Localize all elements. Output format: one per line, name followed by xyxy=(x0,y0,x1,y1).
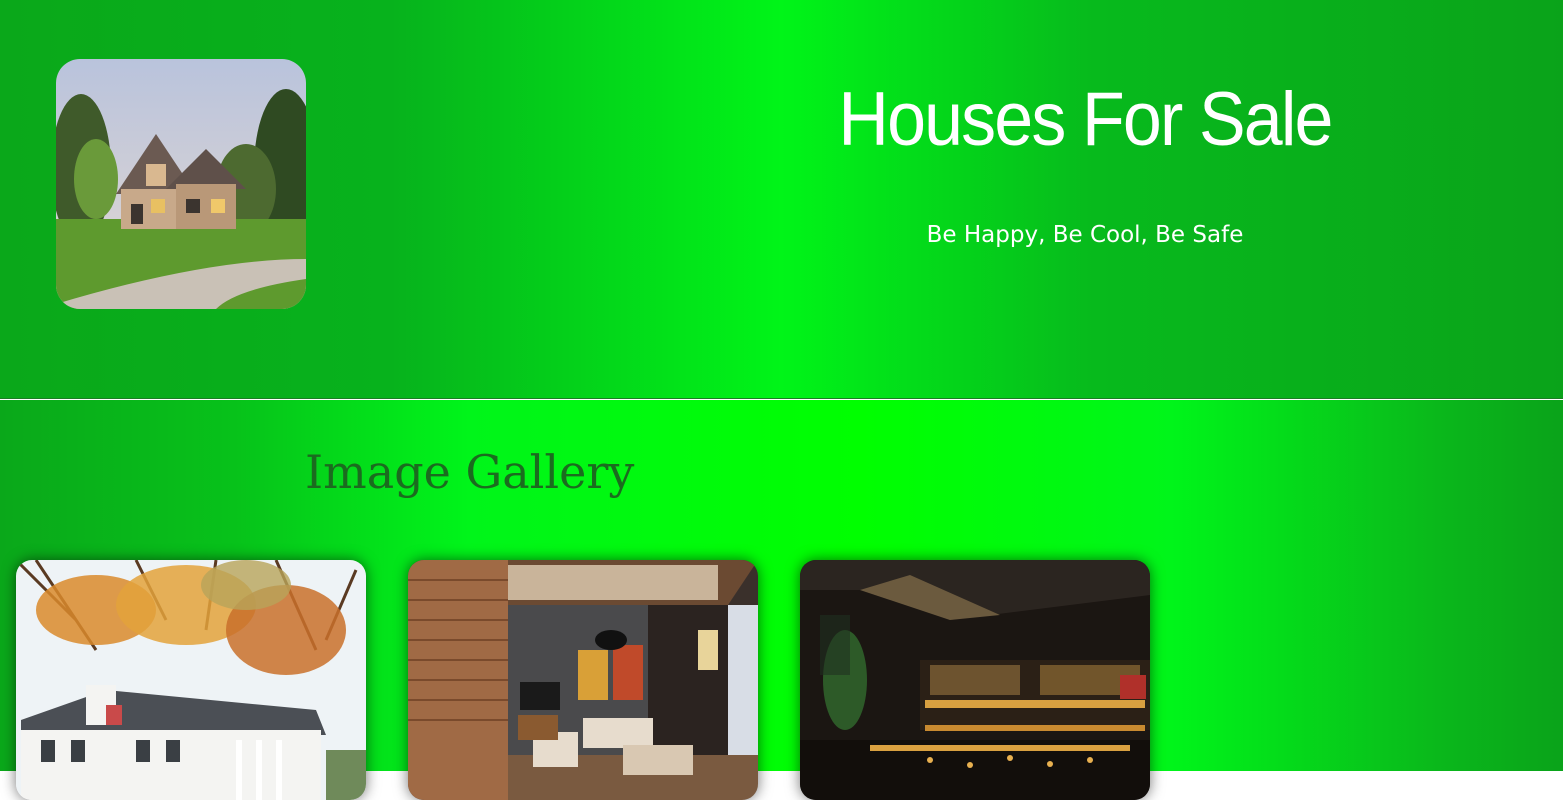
gallery-heading: Image Gallery xyxy=(305,445,635,499)
tagline: Be Happy, Be Cool, Be Safe xyxy=(926,222,1244,248)
image-gallery-section: Image Gallery xyxy=(0,400,1563,800)
bar-interior-photo-icon xyxy=(800,560,1150,800)
gallery-image-bar-interior[interactable] xyxy=(800,560,1150,800)
gallery-image-living-room[interactable] xyxy=(408,560,758,800)
house-photo-logo xyxy=(56,59,306,309)
white-house-autumn-photo-icon xyxy=(16,560,366,800)
site-header: Houses For Sale Be Happy, Be Cool, Be Sa… xyxy=(0,0,1563,399)
page-title: Houses For Sale xyxy=(838,77,1333,162)
living-room-photo-icon xyxy=(408,560,758,800)
house-photo-icon xyxy=(56,59,306,309)
gallery-image-white-house[interactable] xyxy=(16,560,366,800)
